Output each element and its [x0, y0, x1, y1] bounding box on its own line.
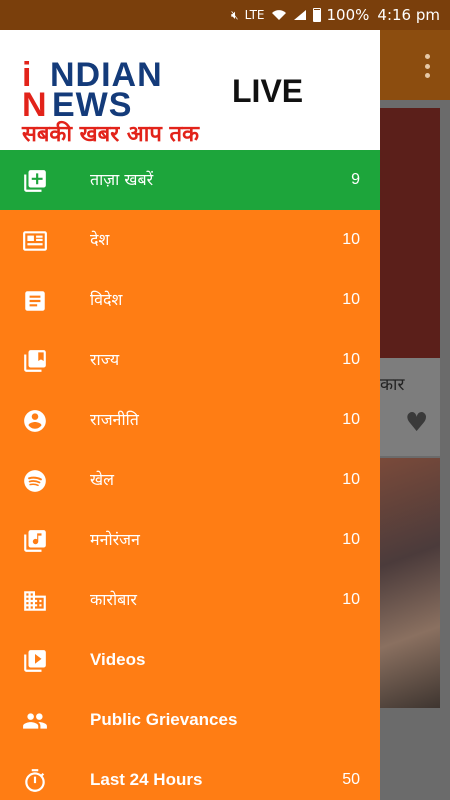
drawer-item-count: 10 [342, 351, 360, 368]
logo-initial-n: N [22, 86, 47, 124]
drawer-item-label: Videos [90, 650, 146, 669]
drawer-item-label: कारोबार [90, 590, 137, 609]
overflow-menu-icon[interactable] [424, 54, 430, 78]
drawer-menu: ताज़ा खबरें 9 देश 10 विदेश 10 राज्य 10 राजनीति 10… [0, 150, 380, 800]
logo-tagline: सबकी खबर आप तक [22, 122, 199, 147]
news-card-image[interactable] [380, 108, 440, 358]
heart-icon[interactable]: ♥ [405, 408, 428, 438]
drawer-item-9[interactable]: Public Grievances [0, 690, 380, 750]
drawer-item-5[interactable]: खेल 10 [0, 450, 380, 510]
drawer-item-3[interactable]: राज्य 10 [0, 330, 380, 390]
drawer-header: i NDIAN N EWS LIVE सबकी खबर आप तक [0, 30, 380, 150]
navigation-drawer: i NDIAN N EWS LIVE सबकी खबर आप तक ताज़ा … [0, 30, 380, 800]
drawer-item-label: मनोरंजन [90, 530, 140, 549]
spotify-icon [22, 468, 48, 494]
drawer-item-count: 10 [342, 471, 360, 488]
drawer-item-count: 10 [342, 531, 360, 548]
drawer-item-label: राजनीति [90, 410, 139, 429]
drawer-item-count: 10 [342, 591, 360, 608]
battery-percent: 100% [326, 6, 370, 24]
drawer-item-6[interactable]: मनोरंजन 10 [0, 510, 380, 570]
news-card-image-2[interactable] [380, 458, 440, 708]
drawer-item-label: विदेश [90, 290, 123, 309]
drawer-item-label: ताज़ा खबरें [90, 170, 154, 189]
drawer-item-7[interactable]: कारोबार 10 [0, 570, 380, 630]
drawer-item-count: 10 [342, 231, 360, 248]
drawer-item-label: खेल [90, 470, 114, 489]
mute-icon: 🔇︎ [231, 7, 239, 22]
drawer-item-2[interactable]: विदेश 10 [0, 270, 380, 330]
drawer-item-4[interactable]: राजनीति 10 [0, 390, 380, 450]
drawer-item-0[interactable]: ताज़ा खबरें 9 [0, 150, 380, 210]
drawer-item-count: 10 [342, 411, 360, 428]
drawer-item-label: Last 24 Hours [90, 770, 203, 789]
newspaper-icon [22, 228, 48, 254]
article-icon [22, 288, 48, 314]
drawer-item-1[interactable]: देश 10 [0, 210, 380, 270]
people-icon [22, 708, 48, 734]
video-library-icon [22, 648, 48, 674]
drawer-item-label: देश [90, 230, 110, 249]
business-icon [22, 588, 48, 614]
app-logo: i NDIAN N EWS LIVE सबकी खबर आप तक [22, 58, 362, 148]
timer-icon [22, 768, 48, 794]
bookmark-book-icon [22, 348, 48, 374]
account-circle-icon [22, 408, 48, 434]
music-library-icon [22, 528, 48, 554]
news-card-title: कार [380, 375, 405, 395]
drawer-item-label: Public Grievances [90, 710, 238, 729]
drawer-item-label: राज्य [90, 350, 120, 369]
clock: 4:16 pm [377, 6, 440, 24]
logo-text-news: EWS [52, 86, 133, 124]
drawer-item-count: 10 [342, 291, 360, 308]
network-label: LTE [244, 8, 265, 22]
signal-icon [293, 9, 307, 21]
drawer-item-count: 9 [351, 171, 360, 188]
logo-text-live: LIVE [232, 73, 304, 109]
drawer-item-8[interactable]: Videos [0, 630, 380, 690]
battery-icon [312, 8, 321, 22]
wifi-icon [271, 9, 287, 21]
add-box-icon [22, 168, 48, 194]
status-bar: 🔇︎ LTE 100% 4:16 pm [0, 0, 450, 30]
drawer-item-10[interactable]: Last 24 Hours 50 [0, 750, 380, 800]
drawer-item-count: 50 [342, 771, 360, 788]
